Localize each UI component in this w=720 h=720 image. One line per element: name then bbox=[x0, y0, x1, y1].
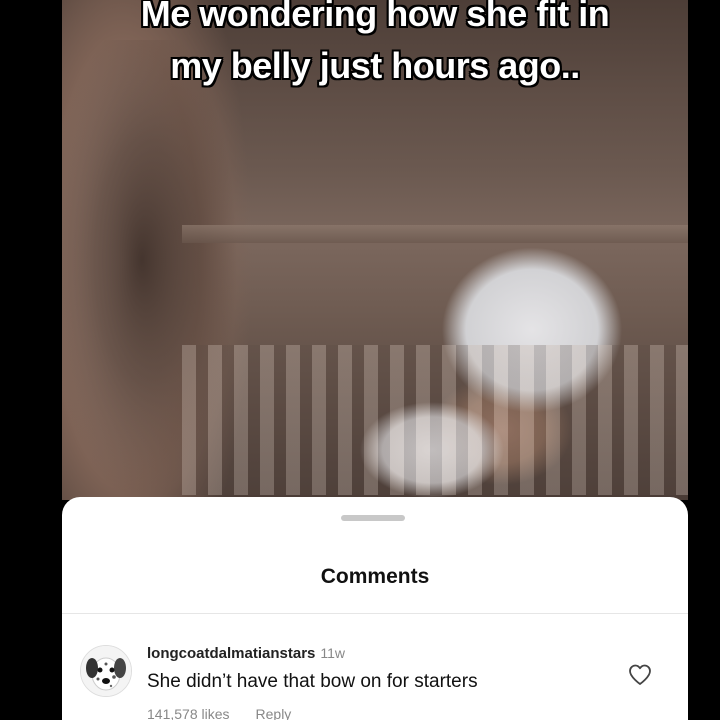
comment-time: 11w bbox=[320, 645, 346, 661]
crib-slats bbox=[182, 345, 688, 495]
heart-outline-icon[interactable] bbox=[628, 664, 652, 686]
comments-sheet: Comments longcoatdalmatianstars 11w She … bbox=[62, 497, 688, 720]
drag-handle[interactable] bbox=[341, 515, 405, 521]
comments-title: Comments bbox=[320, 565, 430, 588]
divider bbox=[62, 613, 688, 614]
comment-username-text[interactable]: longcoatdalmatianstars bbox=[147, 645, 315, 662]
comment-username[interactable]: longcoatdalmatianstars 11w bbox=[147, 645, 345, 662]
caption-line-2: my belly just hours ago.. bbox=[170, 45, 580, 86]
crib-rail bbox=[182, 225, 688, 243]
comment-likes[interactable]: 141,578 likes bbox=[147, 706, 230, 720]
reply-button[interactable]: Reply bbox=[256, 706, 292, 720]
video-frame[interactable]: Me wondering how she fit in my belly jus… bbox=[62, 0, 688, 500]
dalmatian-avatar[interactable] bbox=[80, 645, 132, 697]
post-frame: Me wondering how she fit in my belly jus… bbox=[62, 0, 688, 720]
dalmatian-icon bbox=[81, 646, 131, 696]
video-caption: Me wondering how she fit in my belly jus… bbox=[62, 0, 688, 88]
comment-meta: 141,578 likes Reply bbox=[147, 706, 291, 720]
comment-text: She didn’t have that bow on for starters bbox=[147, 671, 478, 692]
heart-icon bbox=[629, 664, 651, 685]
caption-line-1: Me wondering how she fit in bbox=[140, 0, 610, 34]
